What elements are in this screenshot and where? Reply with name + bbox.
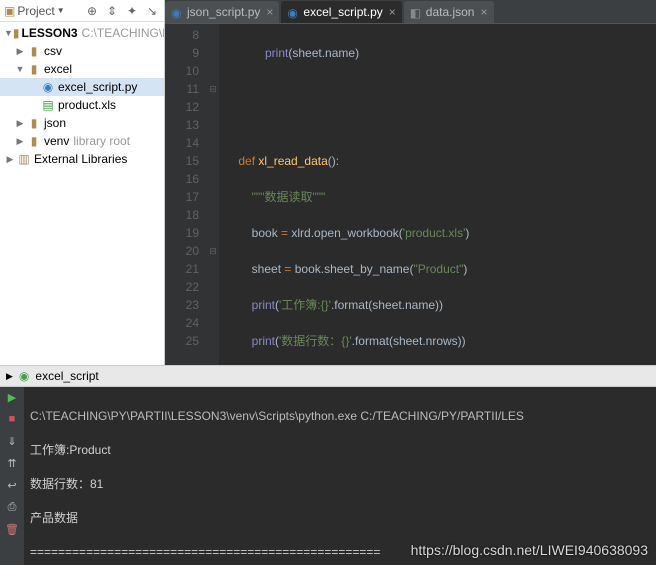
tree-folder-csv[interactable]: ▶▮csv bbox=[0, 42, 164, 60]
tree-external-libraries[interactable]: ▶▥External Libraries bbox=[0, 150, 164, 168]
sidebar-toolbar: ▣ Project ▼ ⊕ ⇕ ✦ ↘ bbox=[0, 0, 164, 22]
editor-tabs: ◉json_script.py× ◉excel_script.py× ◧data… bbox=[165, 0, 656, 24]
tree-folder-excel[interactable]: ▼▮excel bbox=[0, 60, 164, 78]
print-icon[interactable]: ⎙ bbox=[4, 501, 20, 517]
tree-file-excel-script[interactable]: ◉excel_script.py bbox=[0, 78, 164, 96]
console-command: C:\TEACHING\PY\PARTII\LESSON3\venv\Scrip… bbox=[30, 408, 650, 425]
run-tab-header[interactable]: ▶ ◉ excel_script bbox=[0, 365, 656, 387]
folder-icon: ▮ bbox=[26, 134, 42, 148]
tree-root[interactable]: ▼▮LESSON3C:\TEACHING\PY\ bbox=[0, 24, 164, 42]
tab-excel-script[interactable]: ◉excel_script.py× bbox=[281, 1, 401, 23]
tree-folder-json[interactable]: ▶▮json bbox=[0, 114, 164, 132]
code-content: print(sheet.name) def xl_read_data(): ""… bbox=[219, 24, 656, 365]
watermark: https://blog.csdn.net/LIWEI940638093 bbox=[411, 542, 648, 559]
fold-gutter: ⊟ ⊟ bbox=[207, 24, 219, 365]
project-tree: ▼▮LESSON3C:\TEACHING\PY\ ▶▮csv ▼▮excel ◉… bbox=[0, 22, 164, 365]
tab-data-json[interactable]: ◧data.json× bbox=[404, 1, 494, 23]
xls-file-icon: ▤ bbox=[40, 98, 56, 112]
run-config-name: excel_script bbox=[35, 369, 98, 383]
project-label: Project bbox=[17, 4, 54, 18]
root-name: LESSON3 bbox=[22, 26, 78, 40]
close-icon[interactable]: × bbox=[480, 5, 487, 19]
up-icon[interactable]: ⇈ bbox=[4, 457, 20, 473]
console-line: 工作簿:Product bbox=[30, 442, 650, 459]
line-gutter: 8910111213141516171819202122232425 bbox=[165, 24, 207, 365]
code-editor[interactable]: 8910111213141516171819202122232425 ⊟ ⊟ p… bbox=[165, 24, 656, 365]
python-file-icon: ◉ bbox=[19, 369, 29, 383]
close-icon[interactable]: × bbox=[389, 5, 396, 19]
python-file-icon: ◉ bbox=[40, 80, 56, 94]
folder-icon: ▮ bbox=[26, 116, 42, 130]
chevron-down-icon: ▼ bbox=[57, 6, 65, 15]
project-dropdown[interactable]: ▣ Project ▼ bbox=[4, 4, 65, 18]
play-icon: ▶ bbox=[6, 371, 13, 382]
run-tool-window: ▶ ■ ⇓ ⇈ ↩ ⎙ 🗑 C:\TEACHING\PY\PARTII\LESS… bbox=[0, 387, 656, 565]
json-file-icon: ◧ bbox=[410, 6, 422, 18]
editor-area: ◉json_script.py× ◉excel_script.py× ◧data… bbox=[165, 0, 656, 365]
stop-icon[interactable]: ■ bbox=[4, 413, 20, 429]
console-output[interactable]: C:\TEACHING\PY\PARTII\LESSON3\venv\Scrip… bbox=[24, 387, 656, 565]
wrap-icon[interactable]: ↩ bbox=[4, 479, 20, 495]
fold-handle[interactable]: ⊟ bbox=[207, 80, 219, 98]
console-line: 产品数据 bbox=[30, 510, 650, 527]
tab-json-script[interactable]: ◉json_script.py× bbox=[165, 1, 279, 23]
fold-handle[interactable]: ⊟ bbox=[207, 242, 219, 260]
console-toolbar: ▶ ■ ⇓ ⇈ ↩ ⎙ 🗑 bbox=[0, 387, 24, 565]
project-icon: ▣ bbox=[4, 4, 15, 18]
root-path: C:\TEACHING\PY\ bbox=[82, 26, 164, 40]
trash-icon[interactable]: 🗑 bbox=[4, 523, 20, 539]
folder-icon: ▮ bbox=[26, 44, 42, 58]
python-file-icon: ◉ bbox=[171, 6, 183, 18]
library-icon: ▥ bbox=[16, 152, 32, 166]
gear-icon[interactable]: ✦ bbox=[124, 3, 140, 19]
folder-icon: ▮ bbox=[26, 62, 42, 76]
python-file-icon: ◉ bbox=[287, 6, 299, 18]
project-sidebar: ▣ Project ▼ ⊕ ⇕ ✦ ↘ ▼▮LESSON3C:\TEACHING… bbox=[0, 0, 165, 365]
collapse-icon[interactable]: ⊕ bbox=[84, 3, 100, 19]
console-line: 数据行数：81 bbox=[30, 476, 650, 493]
hide-icon[interactable]: ↘ bbox=[144, 3, 160, 19]
tree-file-product-xls[interactable]: ▤product.xls bbox=[0, 96, 164, 114]
folder-icon: ▮ bbox=[13, 26, 20, 40]
rerun-icon[interactable]: ▶ bbox=[4, 391, 20, 407]
expand-icon[interactable]: ⇕ bbox=[104, 3, 120, 19]
down-icon[interactable]: ⇓ bbox=[4, 435, 20, 451]
tree-folder-venv[interactable]: ▶▮venvlibrary root bbox=[0, 132, 164, 150]
close-icon[interactable]: × bbox=[266, 5, 273, 19]
